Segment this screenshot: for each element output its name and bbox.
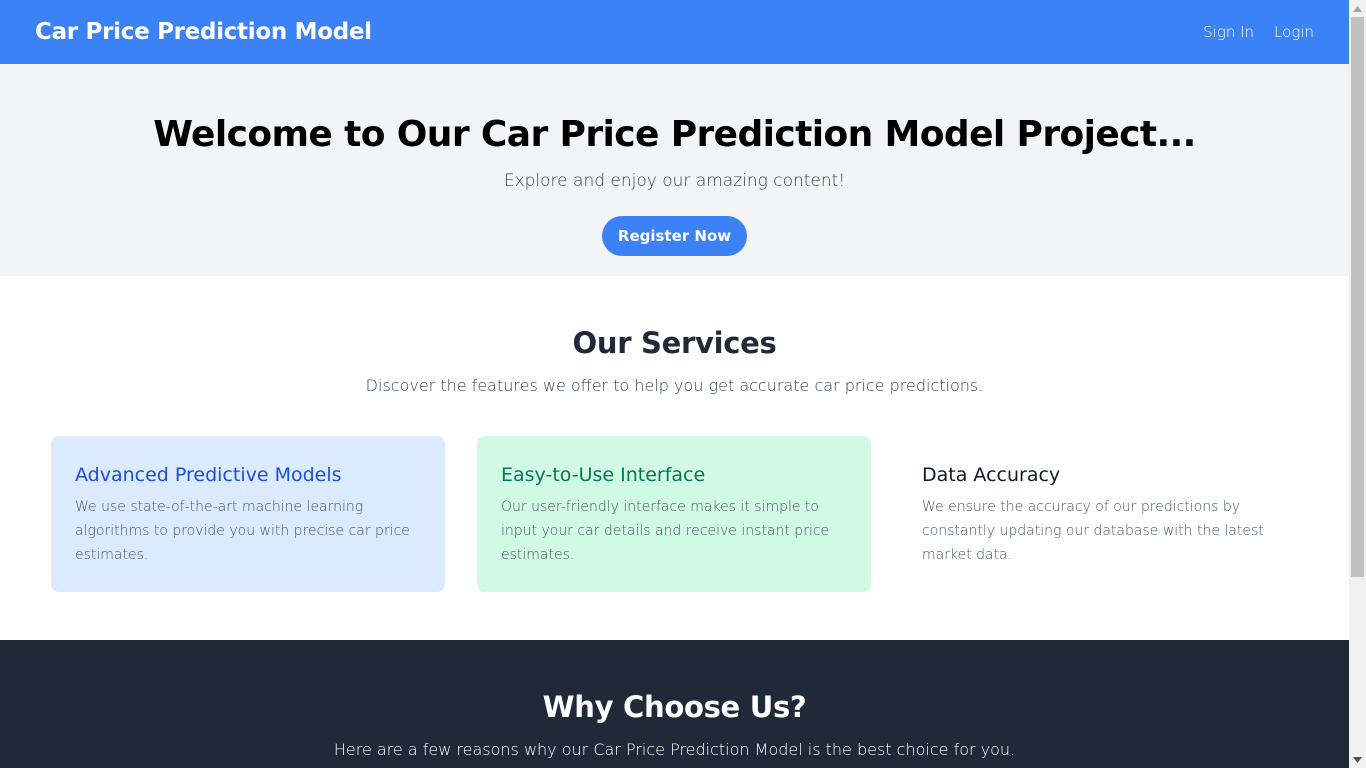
service-card-data-accuracy: Data Accuracy We ensure the accuracy of … (903, 436, 1297, 592)
service-card-predictive-models: Advanced Predictive Models We use state-… (51, 436, 445, 592)
hero-subtitle: Explore and enjoy our amazing content! (503, 171, 846, 191)
scroll-down-arrow-icon[interactable] (1349, 751, 1366, 768)
service-card-title: Advanced Predictive Models (75, 464, 342, 486)
navbar: Car Price Prediction Model Sign In Login (0, 0, 1349, 64)
hero-section: Welcome to Our Car Price Prediction Mode… (0, 64, 1349, 276)
nav-links: Sign In Login (1203, 23, 1314, 41)
why-choose-us-section: Why Choose Us? Here are a few reasons wh… (0, 640, 1349, 768)
login-link[interactable]: Login (1274, 23, 1314, 41)
scroll-up-arrow-icon[interactable] (1349, 0, 1366, 17)
scrollbar-thumb[interactable] (1351, 17, 1364, 577)
hero-title: Welcome to Our Car Price Prediction Mode… (153, 114, 1196, 155)
page: Car Price Prediction Model Sign In Login… (0, 0, 1349, 768)
service-card-title: Easy-to-Use Interface (501, 464, 706, 486)
brand-link[interactable]: Car Price Prediction Model (35, 19, 372, 45)
service-card-title: Data Accuracy (922, 464, 1061, 486)
service-card-easy-interface: Easy-to-Use Interface Our user-friendly … (477, 436, 871, 592)
why-title: Why Choose Us? (542, 690, 807, 724)
services-subtitle: Discover the features we offer to help y… (365, 376, 984, 395)
services-title: Our Services (572, 326, 777, 360)
why-subtitle: Here are a few reasons why our Car Price… (333, 740, 1016, 759)
service-card-text: Our user-friendly interface makes it sim… (501, 499, 830, 563)
services-section: Our Services Discover the features we of… (0, 276, 1349, 640)
vertical-scrollbar[interactable] (1349, 0, 1366, 768)
sign-in-link[interactable]: Sign In (1203, 23, 1254, 41)
service-cards: Advanced Predictive Models We use state-… (51, 436, 1297, 592)
service-card-text: We use state-of-the-art machine learning… (75, 499, 410, 563)
register-now-button[interactable]: Register Now (601, 216, 748, 256)
service-card-text: We ensure the accuracy of our prediction… (922, 499, 1264, 563)
